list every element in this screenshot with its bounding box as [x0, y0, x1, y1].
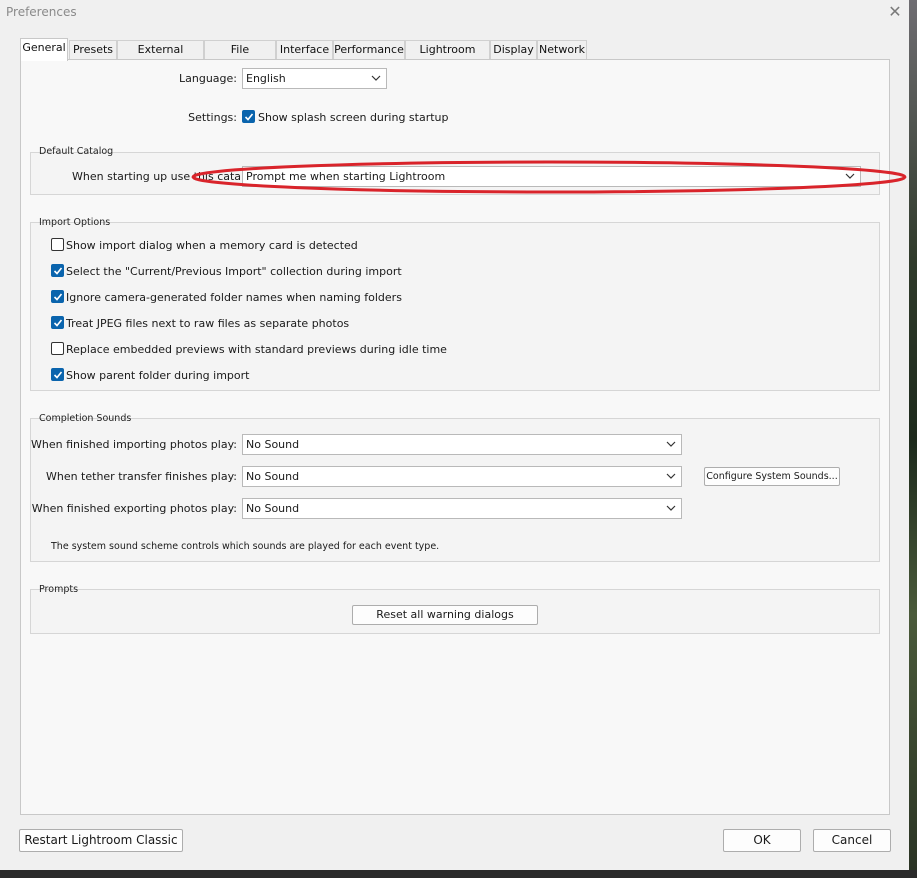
window-title: Preferences: [6, 5, 77, 19]
importing-sound-label: When finished importing photos play:: [31, 438, 237, 451]
ok-button[interactable]: OK: [723, 829, 801, 852]
tab-display[interactable]: Display: [490, 40, 537, 60]
tab-interface[interactable]: Interface: [276, 40, 333, 60]
chevron-down-icon: [665, 435, 677, 454]
show-parent-folder-checkbox[interactable]: [51, 368, 64, 381]
exporting-sound-value: No Sound: [246, 502, 300, 515]
import-option-label: Show parent folder during import: [66, 369, 250, 382]
settings-label: Settings:: [188, 111, 237, 124]
language-label: Language:: [179, 72, 237, 85]
exporting-sound-label: When finished exporting photos play:: [31, 502, 237, 515]
tether-sound-select[interactable]: No Sound: [242, 466, 682, 487]
import-option-label: Treat JPEG files next to raw files as se…: [66, 317, 350, 330]
desktop-background: [909, 0, 917, 878]
import-dialog-checkbox[interactable]: [51, 238, 64, 251]
chevron-down-icon: [665, 499, 677, 518]
taskbar-edge: [0, 870, 917, 878]
title-bar: Preferences ✕: [0, 0, 909, 30]
cancel-button[interactable]: Cancel: [813, 829, 891, 852]
splash-label: Show splash screen during startup: [258, 111, 449, 124]
ignore-folder-names-checkbox[interactable]: [51, 290, 64, 303]
tab-external-editing[interactable]: External Editing: [117, 40, 204, 74]
import-option-label: Select the "Current/Previous Import" col…: [66, 265, 402, 278]
language-select[interactable]: English: [242, 68, 387, 89]
general-tab-panel: Language: English Settings: Show splash …: [20, 59, 890, 815]
sound-scheme-note: The system sound scheme controls which s…: [51, 541, 440, 552]
tab-file-handling[interactable]: File Handling: [204, 40, 276, 74]
import-option-label: Replace embedded previews with standard …: [66, 343, 447, 356]
chevron-down-icon: [665, 467, 677, 486]
startup-catalog-select[interactable]: Prompt me when starting Lightroom: [242, 166, 861, 187]
chevron-down-icon: [370, 69, 382, 88]
default-catalog-title: Default Catalog: [39, 146, 114, 157]
startup-catalog-value: Prompt me when starting Lightroom: [246, 170, 446, 183]
import-option-label: Ignore camera-generated folder names whe…: [66, 291, 402, 304]
tab-performance[interactable]: Performance: [333, 40, 405, 60]
startup-catalog-label: When starting up use this catalog:: [72, 170, 262, 183]
tab-network[interactable]: Network: [537, 40, 587, 60]
close-icon[interactable]: ✕: [882, 2, 908, 24]
chevron-down-icon: [844, 167, 856, 186]
splash-checkbox[interactable]: [242, 110, 255, 123]
select-current-import-checkbox[interactable]: [51, 264, 64, 277]
import-options-title: Import Options: [39, 217, 111, 228]
exporting-sound-select[interactable]: No Sound: [242, 498, 682, 519]
tether-sound-value: No Sound: [246, 470, 300, 483]
prompts-title: Prompts: [39, 584, 79, 595]
replace-previews-checkbox[interactable]: [51, 342, 64, 355]
preferences-dialog: Preferences ✕ General Presets External E…: [0, 0, 909, 870]
tab-general[interactable]: General: [20, 38, 68, 61]
importing-sound-select[interactable]: No Sound: [242, 434, 682, 455]
configure-sounds-button[interactable]: Configure System Sounds...: [704, 467, 840, 486]
treat-jpeg-separate-checkbox[interactable]: [51, 316, 64, 329]
reset-warning-dialogs-button[interactable]: Reset all warning dialogs: [352, 605, 538, 625]
importing-sound-value: No Sound: [246, 438, 300, 451]
completion-sounds-title: Completion Sounds: [39, 413, 132, 424]
import-option-label: Show import dialog when a memory card is…: [66, 239, 358, 252]
language-value: English: [246, 72, 286, 85]
tab-presets[interactable]: Presets: [69, 40, 117, 60]
restart-lightroom-button[interactable]: Restart Lightroom Classic: [19, 829, 183, 852]
tether-sound-label: When tether transfer finishes play:: [45, 470, 237, 483]
tab-lightroom-sync[interactable]: Lightroom Sync: [405, 40, 490, 74]
